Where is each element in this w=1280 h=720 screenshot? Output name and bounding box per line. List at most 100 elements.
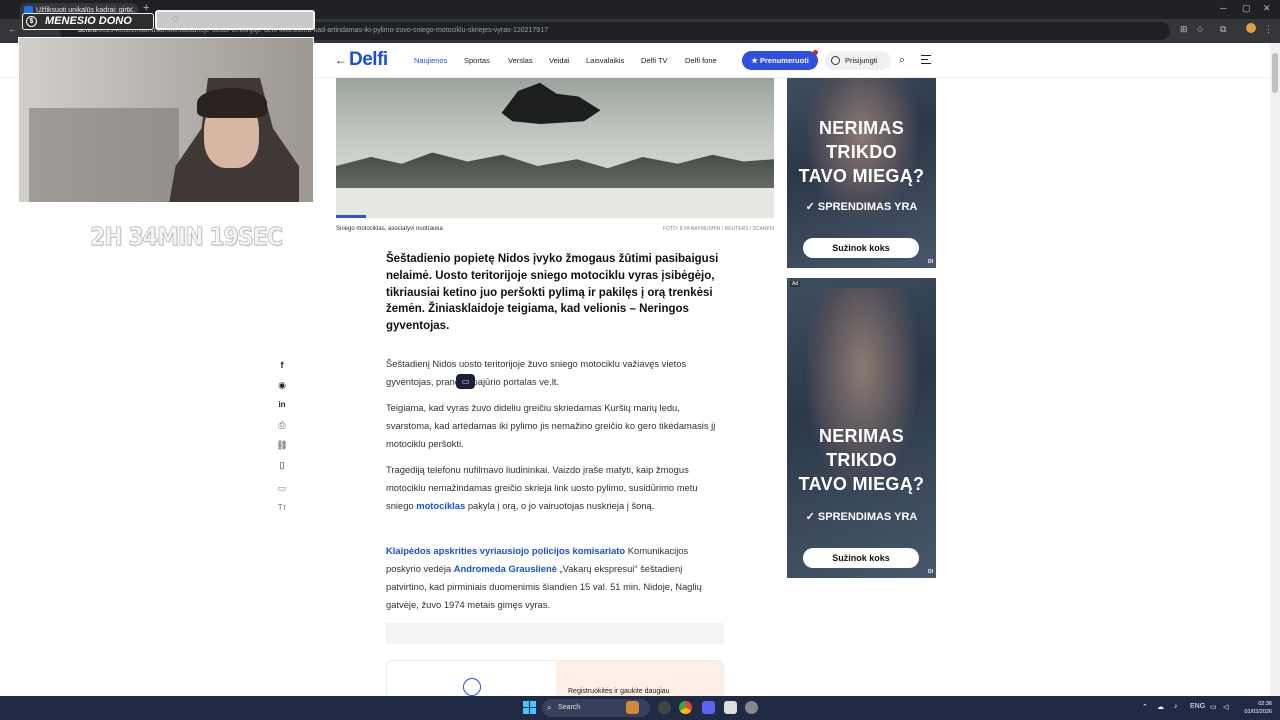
ad-cta-button[interactable]: Sužinok koks: [803, 238, 919, 258]
widget-icon[interactable]: [626, 701, 639, 714]
nav-veidai[interactable]: Veidai: [549, 56, 569, 65]
placeholder-block: [386, 623, 724, 644]
clock-date: 01/03/2026: [1244, 709, 1272, 715]
p3-text-b: pakyla į orą, o jo vairuotojas nuskrieja…: [465, 500, 655, 512]
tray-volume-icon[interactable]: ◁: [1223, 703, 1228, 711]
donor-label: MENESIO DONO: [45, 15, 132, 27]
app-icon[interactable]: [658, 701, 671, 714]
tray-network-icon[interactable]: ▭: [1210, 703, 1217, 711]
snowmobile-silhouette: [501, 82, 601, 124]
minimize-icon[interactable]: ─: [1220, 3, 1226, 13]
article-lead: Šeštadienio popietę Nidos įvyko žmogaus …: [386, 253, 719, 333]
windows-start-icon[interactable]: [523, 701, 536, 714]
donor-icon: $: [26, 16, 37, 27]
image-credit: FOTO: ILYA NAYMUSHIN / REUTERS / SCANPIX: [663, 226, 775, 232]
ad-label: Ad: [790, 281, 801, 287]
subscribe-button[interactable]: ★ Prenumeruoti: [742, 51, 818, 70]
ad-solution-text: SPRENDIMAS YRA: [817, 511, 918, 523]
ad-headline-3: TAVO MIEGĄ?: [798, 474, 925, 494]
snow-ground: [336, 188, 774, 218]
ad-brand-badge: DI: [928, 569, 933, 575]
tray-chevron-icon[interactable]: ⌃: [1142, 703, 1148, 711]
translate-icon[interactable]: ⊞: [1180, 24, 1188, 35]
profile-avatar[interactable]: [1246, 23, 1256, 33]
linkedin-share-icon[interactable]: in: [276, 399, 288, 411]
chat-bubble-icon[interactable]: ▭: [456, 374, 475, 389]
login-label: Prisijungti: [845, 56, 878, 65]
notification-dot: [813, 50, 818, 55]
bookmark-icon[interactable]: ▯: [276, 459, 288, 471]
ad-headline-2: TRIKDO: [826, 450, 897, 470]
article-paragraph-4: Klaipėdos apskrities vyriausiojo policij…: [386, 542, 724, 614]
article-hero-image: [336, 78, 774, 218]
webcam-hair: [197, 88, 267, 118]
text-size-icon[interactable]: Tт: [276, 502, 288, 514]
donor-bar-icon: ◌: [172, 13, 179, 25]
search-icon[interactable]: ⌕: [899, 54, 905, 67]
nav-verslas[interactable]: Verslas: [508, 56, 533, 65]
ad-solution: ✓ SPRENDIMAS YRA: [805, 201, 918, 213]
webcam-overlay: [18, 37, 314, 203]
back-arrow-icon[interactable]: ←: [335, 53, 347, 67]
clock-time: 02:36: [1258, 701, 1272, 707]
sidebar-ad-1[interactable]: NERIMAS TRIKDO TAVO MIEGĄ? ✓ SPRENDIMAS …: [787, 78, 936, 268]
settings-icon[interactable]: [745, 701, 758, 714]
webcam-shelf: [29, 108, 179, 202]
sidebar-ad-2[interactable]: Ad NERIMAS TRIKDO TAVO MIEGĄ? ✓ SPRENDIM…: [787, 278, 936, 578]
tray-cloud-icon[interactable]: ☁: [1157, 703, 1164, 711]
ad-solution-text: SPRENDIMAS YRA: [817, 201, 918, 213]
article-paragraph-2: Teigiama, kad vyras žuvo dideliu greičiu…: [386, 402, 716, 450]
donor-goal-bar: ◌: [155, 10, 315, 30]
windows-taskbar: ⌕ Search ⌃ ☁ ♪ ENG ▭ ◁ 02:36 01/03/2026: [0, 696, 1280, 720]
print-icon[interactable]: ⎙: [276, 419, 288, 431]
spokesperson-link[interactable]: Andromeda Grauslienė: [454, 563, 557, 574]
police-link[interactable]: Klaipėdos apskrities vyriausiojo policij…: [386, 545, 625, 556]
browser-menu-icon[interactable]: ⋮: [1264, 24, 1273, 35]
facebook-share-icon[interactable]: f: [276, 359, 288, 371]
copy-link-icon[interactable]: ⛓: [276, 439, 288, 451]
register-promo[interactable]: Registruokitės ir gaukite daugiau: [386, 660, 724, 696]
monthly-donor-badge: $ MENESIO DONO: [22, 13, 154, 30]
window-close-icon[interactable]: ✕: [1263, 3, 1271, 14]
login-button[interactable]: Prisijungti: [825, 51, 891, 70]
discord-icon[interactable]: [702, 701, 715, 714]
ad-brand-badge: DI: [928, 259, 933, 265]
page-scrollbar[interactable]: [1270, 43, 1280, 696]
back-icon[interactable]: ←: [8, 24, 17, 34]
nav-naujienos[interactable]: Naujienos: [414, 56, 447, 65]
ad-headline-1: NERIMAS: [818, 426, 905, 446]
taskbar-search-label: Search: [558, 704, 581, 711]
nav-laisvalaikis[interactable]: Laisvalaikis: [586, 56, 624, 65]
capcut-icon[interactable]: [724, 701, 737, 714]
article-paragraph-1: Šeštadienį Nidos uosto teritorijoje žuvo…: [386, 358, 687, 388]
ad-headline-3: TAVO MIEGĄ?: [798, 166, 925, 186]
messenger-share-icon[interactable]: ◉: [276, 379, 288, 391]
scrollbar-thumb[interactable]: [1272, 53, 1278, 93]
ad-cta-button[interactable]: Sužinok koks: [803, 548, 919, 568]
motociklas-link[interactable]: motociklas: [416, 500, 465, 511]
user-icon: [831, 56, 840, 65]
extensions-icon[interactable]: ⧉: [1220, 24, 1226, 35]
chrome-icon[interactable]: [679, 701, 692, 714]
promo-text: Registruokitės ir gaukite daugiau: [568, 688, 670, 695]
nav-delfi-tv[interactable]: Delfi TV: [641, 56, 668, 65]
ad-solution: ✓ SPRENDIMAS YRA: [805, 511, 918, 523]
delfi-logo[interactable]: Delfi: [349, 49, 388, 71]
comments-icon[interactable]: ▭: [276, 482, 288, 494]
ad-headline-1: NERIMAS: [818, 118, 905, 138]
treeline: [336, 152, 774, 193]
tray-mic-icon[interactable]: ♪: [1174, 703, 1178, 710]
subscribe-label: Prenumeruoti: [760, 56, 809, 65]
stream-timer: 2H 34MIN 19SEC: [90, 223, 283, 252]
bookmark-star-icon[interactable]: ☆: [1196, 24, 1204, 35]
user-avatar-icon: [463, 678, 481, 696]
nav-sportas[interactable]: Sportas: [464, 56, 490, 65]
maximize-icon[interactable]: ▢: [1242, 3, 1251, 14]
nav-delfi-fone[interactable]: Delfi fone: [685, 56, 717, 65]
hamburger-menu-icon[interactable]: [921, 55, 931, 64]
language-indicator[interactable]: ENG: [1190, 703, 1205, 710]
image-progress-bar: [336, 215, 366, 218]
search-icon: ⌕: [547, 703, 552, 712]
article-paragraph-3: Tragediją telefonu nufilmavo liudininkai…: [386, 461, 724, 515]
system-clock[interactable]: 02:36 01/03/2026: [1240, 700, 1272, 716]
